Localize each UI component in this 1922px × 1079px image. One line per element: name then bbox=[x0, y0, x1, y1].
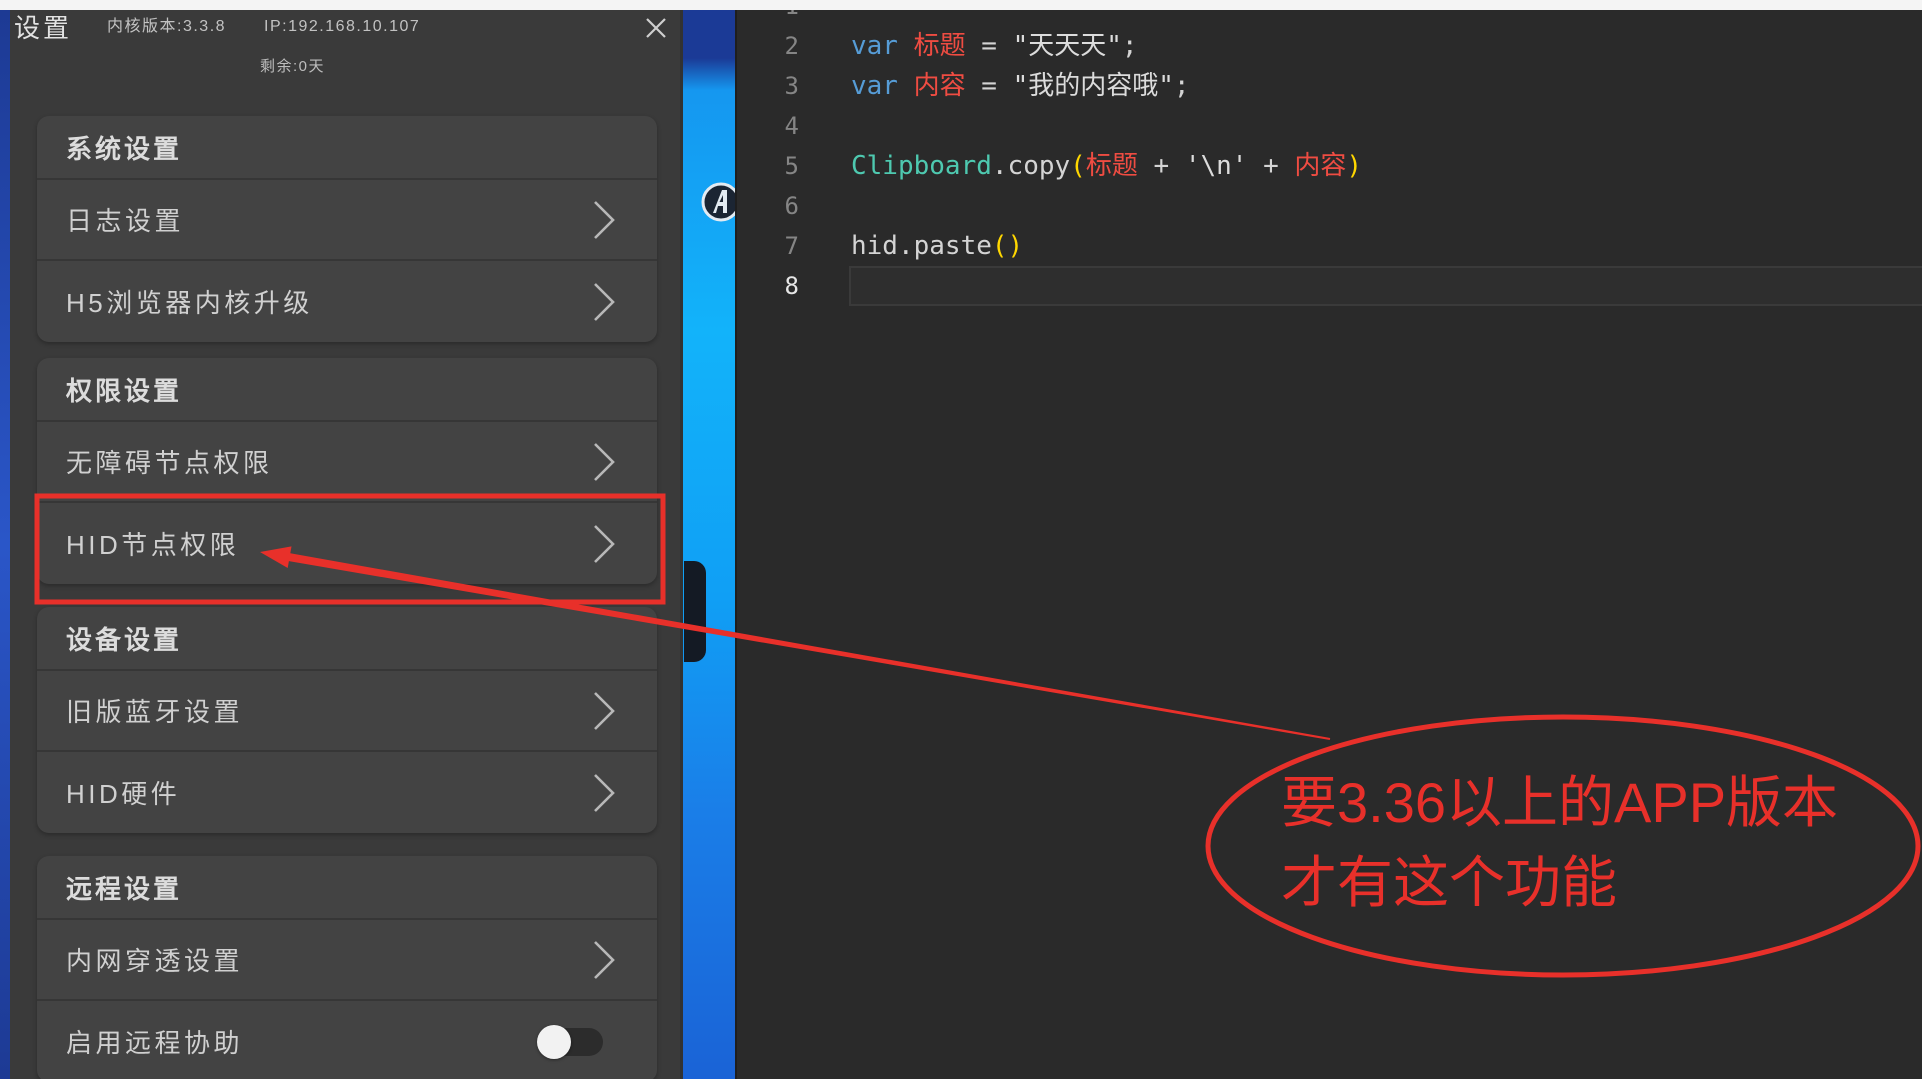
code-token: var bbox=[851, 31, 898, 61]
code-line[interactable]: 3 var 内容 = "我的内容哦"; bbox=[737, 66, 1922, 106]
code-token: + bbox=[1137, 151, 1185, 181]
annotation-note-line-2: 才有这个功能 bbox=[1281, 851, 1617, 914]
code-text: Clipboard.copy(标题 + '\n' + 内容) bbox=[851, 146, 1362, 186]
code-token: ( bbox=[1070, 151, 1086, 181]
remaining-days: 剩余:0天 bbox=[260, 58, 326, 75]
line-number: 3 bbox=[784, 72, 799, 100]
code-token: Clipboard bbox=[851, 151, 992, 181]
top-window-strip bbox=[0, 0, 1922, 10]
code-token: 内容 bbox=[1294, 151, 1347, 181]
line-number: 2 bbox=[784, 32, 799, 60]
section-header: 系统设置 bbox=[37, 116, 657, 180]
code-line[interactable]: 5 Clipboard.copy(标题 + '\n' + 内容) bbox=[737, 146, 1922, 186]
code-line[interactable]: 4 bbox=[737, 106, 1922, 146]
chevron-right-icon bbox=[594, 282, 615, 321]
chevron-right-icon bbox=[594, 940, 615, 979]
code-line[interactable]: 6 bbox=[737, 186, 1922, 226]
code-token: "天天天" bbox=[1012, 31, 1122, 61]
chevron-right-icon bbox=[594, 691, 615, 730]
settings-panel: 设置 内核版本:3.3.8 IP:192.168.10.107 剩余:0天 系统… bbox=[10, 10, 683, 1079]
code-token: = bbox=[965, 71, 1013, 101]
item-label: 启用远程协助 bbox=[66, 1028, 244, 1058]
device-settings-section: 设备设置 旧版蓝牙设置 HID硬件 bbox=[37, 607, 657, 833]
code-lines: 1 2 var 标题 = "天天天"; 3 var 内容 = "我的内容哦"; 4 5 Cli… bbox=[737, 0, 1922, 1079]
item-label: HID硬件 bbox=[66, 779, 181, 809]
left-edge-strip bbox=[0, 10, 10, 1079]
legacy-bluetooth-settings-item[interactable]: 旧版蓝牙设置 bbox=[37, 671, 657, 752]
line-number: 6 bbox=[784, 192, 799, 220]
kernel-version: 内核版本:3.3.8 bbox=[107, 18, 227, 35]
line-number: 5 bbox=[784, 152, 799, 180]
item-label: 内网穿透设置 bbox=[66, 946, 244, 976]
code-text: var 标题 = "天天天"; bbox=[851, 26, 1138, 66]
annotation-note-line-1: 要3.36以上的APP版本 bbox=[1281, 771, 1839, 834]
chevron-right-icon bbox=[594, 773, 615, 812]
chevron-right-icon bbox=[594, 200, 615, 239]
hid-hardware-item[interactable]: HID硬件 bbox=[37, 752, 657, 833]
code-text: var 内容 = "我的内容哦"; bbox=[851, 66, 1190, 106]
line-number: 8 bbox=[784, 272, 799, 300]
section-header: 远程设置 bbox=[37, 856, 657, 920]
code-token: 标题 bbox=[1085, 151, 1138, 181]
item-label: 无障碍节点权限 bbox=[66, 448, 273, 478]
intranet-penetration-settings-item[interactable]: 内网穿透设置 bbox=[37, 920, 657, 1001]
line-number: 7 bbox=[784, 232, 799, 260]
code-token: ) bbox=[1346, 151, 1363, 181]
code-line[interactable]: 7 hid.paste() bbox=[737, 226, 1922, 266]
section-header: 权限设置 bbox=[37, 358, 657, 422]
code-token: .copy bbox=[991, 151, 1071, 181]
item-label: 旧版蓝牙设置 bbox=[66, 697, 244, 727]
accessibility-node-permission-item[interactable]: 无障碍节点权限 bbox=[37, 422, 657, 503]
chevron-right-icon bbox=[594, 442, 615, 481]
background-window-edge bbox=[684, 561, 706, 662]
close-icon bbox=[646, 18, 666, 38]
remote-assist-toggle[interactable] bbox=[537, 1024, 603, 1059]
permission-settings-section: 权限设置 无障碍节点权限 HID节点权限 bbox=[37, 358, 657, 584]
remote-settings-section: 远程设置 内网穿透设置 启用远程协助 bbox=[37, 856, 657, 1079]
code-token: + bbox=[1247, 151, 1295, 181]
line-number: 4 bbox=[784, 112, 799, 140]
section-header: 设备设置 bbox=[37, 607, 657, 671]
avengers-logo-icon bbox=[701, 182, 735, 222]
code-token: '\n' bbox=[1184, 151, 1248, 181]
toggle-knob bbox=[537, 1024, 571, 1059]
code-line-current[interactable]: 8 bbox=[737, 266, 1922, 306]
ip-address: IP:192.168.10.107 bbox=[264, 18, 421, 35]
code-token: "我的内容哦" bbox=[1012, 71, 1174, 101]
enable-remote-assist-item: 启用远程协助 bbox=[37, 1001, 657, 1079]
h5-browser-kernel-upgrade-item[interactable]: H5浏览器内核升级 bbox=[37, 261, 657, 342]
close-button[interactable] bbox=[644, 16, 668, 40]
item-label: 日志设置 bbox=[66, 206, 185, 236]
code-token: ; bbox=[1121, 31, 1138, 61]
settings-title: 设置 bbox=[14, 13, 73, 43]
current-line-highlight bbox=[849, 266, 1922, 306]
code-editor[interactable]: 1 2 var 标题 = "天天天"; 3 var 内容 = "我的内容哦"; 4 5 Cli… bbox=[735, 0, 1922, 1079]
code-token: = bbox=[965, 31, 1013, 61]
code-token: hid.paste bbox=[851, 231, 992, 261]
code-token: var bbox=[851, 71, 898, 101]
chevron-right-icon bbox=[594, 524, 615, 563]
item-label: H5浏览器内核升级 bbox=[66, 288, 313, 318]
item-label: HID节点权限 bbox=[66, 530, 240, 560]
hid-node-permission-item[interactable]: HID节点权限 bbox=[37, 503, 657, 584]
code-text: hid.paste() bbox=[851, 226, 1023, 266]
log-settings-item[interactable]: 日志设置 bbox=[37, 180, 657, 261]
code-token: ; bbox=[1173, 71, 1190, 101]
system-settings-section: 系统设置 日志设置 H5浏览器内核升级 bbox=[37, 116, 657, 342]
background-app-strip bbox=[683, 10, 735, 1079]
code-token: () bbox=[991, 231, 1024, 261]
code-line[interactable]: 2 var 标题 = "天天天"; bbox=[737, 26, 1922, 66]
code-token: 标题 bbox=[913, 31, 966, 61]
code-token: 内容 bbox=[913, 71, 966, 101]
